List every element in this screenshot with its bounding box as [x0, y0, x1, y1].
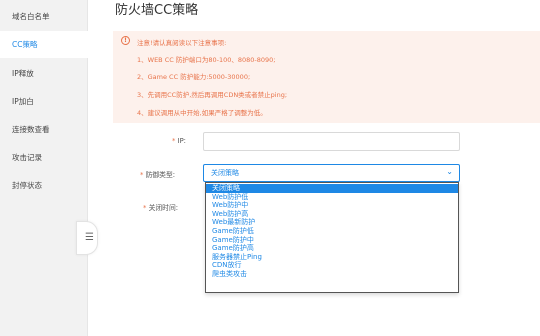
sidebar-collapse-button[interactable]: ☰ — [76, 221, 98, 255]
notice-box: ! 注意!请认真阅读以下注意事项: 1、WEB CC 防护端口为80-100、8… — [113, 31, 540, 123]
dropdown-option[interactable]: 服务器禁止Ping — [206, 253, 458, 262]
dropdown-option[interactable]: Game防护低 — [206, 227, 458, 236]
sidebar-item-connection-count[interactable]: 连接数查看 — [0, 116, 88, 143]
close-time-label: * 关闭时间: — [143, 202, 178, 212]
menu-icon: ☰ — [85, 232, 94, 243]
notice-line-3: 3、先调用CC防护,然后再调用CDN类或者禁止ping; — [137, 91, 288, 99]
dropdown-option[interactable]: Web防护中 — [206, 201, 458, 210]
warning-icon: ! — [121, 36, 130, 45]
dropdown-option[interactable]: 爬虫类攻击 — [206, 270, 458, 279]
dropdown-option[interactable]: 关闭策略 — [206, 184, 458, 193]
notice-line-2: 2、Game CC 防护能力:5000-30000; — [137, 73, 251, 81]
sidebar-item-attack-log[interactable]: 攻击记录 — [0, 144, 88, 171]
sidebar: 域名白名单 CC策略 IP释放 IP加白 连接数查看 攻击记录 封停状态 — [0, 0, 88, 336]
sidebar-item-ip-release[interactable]: IP释放 — [0, 60, 88, 87]
required-mark: * — [143, 204, 147, 212]
defense-type-select[interactable]: 关闭策略 ⌄ — [203, 164, 460, 182]
sidebar-item-ban-status[interactable]: 封停状态 — [0, 172, 88, 199]
notice-line-1: 1、WEB CC 防护端口为80-100、8080-8090; — [137, 56, 276, 64]
dropdown-option[interactable]: Game防护高 — [206, 244, 458, 253]
defense-type-label: * 防御类型: — [140, 169, 175, 179]
dropdown-option[interactable]: Game防护中 — [206, 236, 458, 245]
sidebar-item-cc-policy[interactable]: CC策略 — [0, 31, 88, 58]
defense-type-label-text: 防御类型: — [145, 171, 176, 179]
defense-type-dropdown: 关闭策略 Web防护低 Web防护中 Web防护高 Web最新防护 Game防护… — [205, 182, 459, 293]
page-title: 防火墙CC策略 — [115, 3, 199, 18]
required-mark: * — [172, 137, 176, 145]
sidebar-item-ip-whitelist[interactable]: IP加白 — [0, 88, 88, 115]
ip-label: * IP: — [172, 137, 186, 145]
defense-type-selected-value: 关闭策略 — [211, 169, 239, 177]
dropdown-option[interactable]: Web防护低 — [206, 193, 458, 202]
chevron-down-icon: ⌄ — [446, 167, 453, 176]
ip-input[interactable] — [203, 132, 460, 151]
close-time-label-text: 关闭时间: — [148, 204, 179, 212]
ip-label-text: IP: — [177, 137, 186, 145]
dropdown-option[interactable]: CDN放行 — [206, 261, 458, 270]
notice-line-4: 4、建议调用从中开始,如果严格了调整为低。 — [137, 109, 267, 117]
sidebar-item-domain-whitelist[interactable]: 域名白名单 — [0, 3, 88, 30]
notice-heading: 注意!请认真阅读以下注意事项: — [137, 39, 227, 47]
required-mark: * — [140, 171, 144, 179]
dropdown-option[interactable]: Web最新防护 — [206, 218, 458, 227]
